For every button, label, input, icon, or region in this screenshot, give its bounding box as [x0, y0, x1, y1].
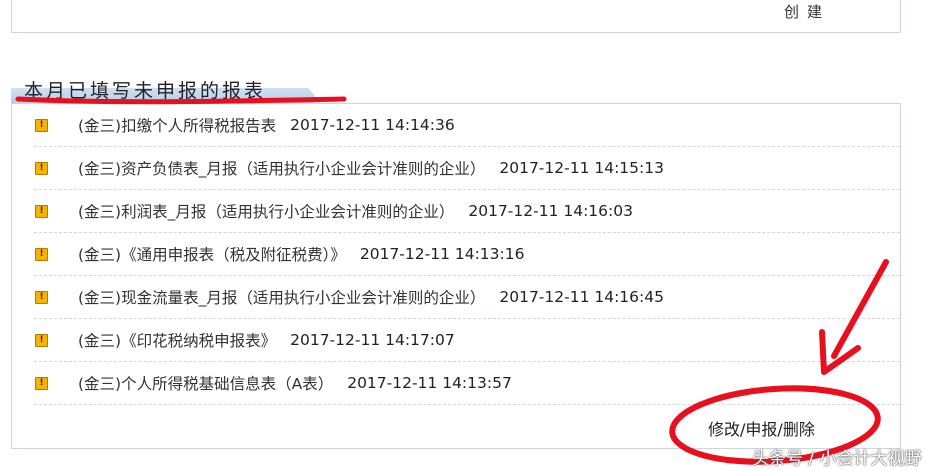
report-name[interactable]: (金三)扣缴个人所得税报告表 — [78, 114, 276, 136]
report-row[interactable]: ! (金三)个人所得税基础信息表（A表） 2017-12-11 14:13:57 — [34, 362, 900, 405]
report-time: 2017-12-11 14:16:45 — [499, 288, 664, 306]
report-name[interactable]: (金三)资产负债表_月报（适用执行小企业会计准则的企业） — [78, 157, 485, 179]
watermark: 头条号 / 小会计大视野 — [752, 449, 922, 469]
warning-icon: ! — [35, 333, 48, 347]
warning-icon: ! — [35, 247, 48, 261]
modify-link[interactable]: 修改 — [708, 420, 740, 439]
report-row[interactable]: ! (金三)扣缴个人所得税报告表 2017-12-11 14:14:36 — [34, 104, 900, 147]
report-time: 2017-12-11 14:14:36 — [290, 116, 455, 134]
report-name[interactable]: (金三)《印花税纳税申报表》 — [78, 329, 276, 351]
warning-icon: ! — [35, 290, 48, 304]
report-row[interactable]: ! (金三)《印花税纳税申报表》 2017-12-11 14:17:07 — [34, 319, 900, 362]
report-time: 2017-12-11 14:13:16 — [359, 245, 525, 263]
report-row[interactable]: ! (金三)现金流量表_月报（适用执行小企业会计准则的企业） 2017-12-1… — [34, 276, 900, 319]
warning-icon: ! — [35, 118, 48, 132]
create-link[interactable]: 创建 — [784, 1, 830, 22]
report-time: 2017-12-11 14:15:13 — [499, 159, 664, 177]
unreported-forms-panel: ! (金三)扣缴个人所得税报告表 2017-12-11 14:14:36 ! (… — [11, 103, 901, 449]
report-name[interactable]: (金三)利润表_月报（适用执行小企业会计准则的企业） — [78, 200, 454, 222]
report-row[interactable]: ! (金三)利润表_月报（适用执行小企业会计准则的企业） 2017-12-11 … — [34, 190, 900, 233]
warning-icon: ! — [35, 161, 48, 175]
row-actions: 修改/申报/删除 — [708, 416, 815, 440]
report-name[interactable]: (金三)个人所得税基础信息表（A表） — [78, 372, 333, 394]
report-time: 2017-12-11 14:13:57 — [347, 374, 512, 392]
warning-icon: ! — [35, 204, 48, 218]
report-time: 2017-12-11 14:16:03 — [468, 202, 633, 220]
report-time: 2017-12-11 14:17:07 — [290, 331, 455, 349]
section-title: 本月已填写未申报的报表 — [24, 80, 267, 102]
report-name[interactable]: (金三)《通用申报表（税及附征税费）》 — [78, 243, 346, 265]
report-name[interactable]: (金三)现金流量表_月报（适用执行小企业会计准则的企业） — [78, 286, 485, 308]
delete-link[interactable]: 删除 — [783, 420, 815, 439]
report-list: ! (金三)扣缴个人所得税报告表 2017-12-11 14:14:36 ! (… — [34, 104, 900, 405]
top-panel: 创建 — [11, 0, 901, 33]
declare-link[interactable]: 申报 — [745, 420, 777, 439]
report-row[interactable]: ! (金三)《通用申报表（税及附征税费）》 2017-12-11 14:13:1… — [34, 233, 900, 276]
report-row[interactable]: ! (金三)资产负债表_月报（适用执行小企业会计准则的企业） 2017-12-1… — [34, 147, 900, 190]
warning-icon: ! — [35, 376, 48, 390]
